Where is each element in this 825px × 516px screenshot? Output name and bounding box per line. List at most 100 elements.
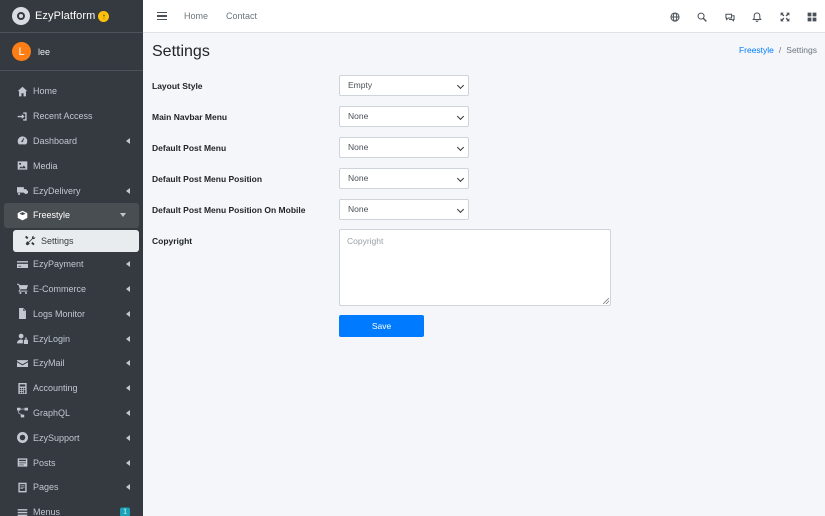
sidebar-item-label: Accounting [33, 383, 78, 394]
chevron-left-icon [126, 335, 130, 342]
sidebar-item-pages[interactable]: Pages [0, 475, 143, 500]
chevron-left-icon [126, 385, 130, 392]
chevron-down-icon [456, 81, 465, 90]
nav-link-contact[interactable]: Contact [226, 11, 257, 21]
brand[interactable]: EzyPlatform ↑ [0, 0, 143, 33]
project-diagram-icon [17, 407, 28, 418]
user-lock-icon [17, 333, 28, 345]
field-label: Default Post Menu [152, 143, 227, 153]
home-icon [17, 86, 28, 97]
search-icon[interactable] [697, 12, 707, 22]
sidebar-item-label: Logs Monitor [33, 308, 86, 319]
main-navbar-menu-select[interactable]: None [339, 106, 469, 127]
user-name[interactable]: lee [38, 47, 50, 57]
sidebar-item-posts[interactable]: Posts [0, 450, 143, 475]
select-value: None [348, 173, 369, 183]
nav-link-home[interactable]: Home [184, 11, 208, 21]
form-row-default-post-menu-position-mobile: Default Post Menu Position On Mobile Non… [152, 199, 472, 220]
save-button[interactable]: Save [339, 315, 424, 337]
sidebar-item-label: Media [33, 160, 58, 171]
sidebar: EzyPlatform ↑ L lee Home Recent Access D… [0, 0, 143, 516]
arrow-up-circle-icon[interactable]: ↑ [98, 10, 110, 22]
select-value: None [348, 142, 369, 152]
menu-icon [17, 507, 28, 516]
top-icons [652, 0, 817, 33]
dashboard-icon [17, 135, 28, 146]
breadcrumb: Freestyle / Settings [739, 45, 817, 55]
sidebar-item-home[interactable]: Home [0, 79, 143, 104]
sidebar-item-ezymail[interactable]: EzyMail [0, 351, 143, 376]
chevron-left-icon [126, 409, 130, 416]
default-post-menu-position-mobile-select[interactable]: None [339, 199, 469, 220]
sidebar-item-label: Menus [33, 507, 61, 516]
chevron-down-icon [456, 205, 465, 214]
page-title: Settings [152, 43, 210, 60]
sidebar-item-label: Freestyle [33, 210, 71, 221]
brand-name: EzyPlatform [35, 10, 96, 22]
sidebar-item-logs-monitor[interactable]: Logs Monitor [0, 301, 143, 326]
select-value: Empty [348, 80, 373, 90]
sidebar-item-label: E-Commerce [33, 283, 87, 294]
user-panel[interactable]: L lee [0, 33, 143, 71]
top-navbar: Home Contact [143, 0, 825, 33]
cube-icon [17, 210, 28, 221]
globe-icon[interactable] [669, 11, 680, 22]
chevron-left-icon [126, 137, 130, 144]
chevron-left-icon [126, 310, 130, 317]
hamburger-menu-icon[interactable] [157, 12, 167, 20]
sidebar-item-dashboard[interactable]: Dashboard [0, 129, 143, 154]
sidebar-item-ezysupport[interactable]: EzySupport [0, 425, 143, 450]
image-icon [17, 160, 28, 171]
sidebar-item-graphql[interactable]: GraphQL [0, 401, 143, 426]
field-label: Main Navbar Menu [152, 112, 228, 122]
default-post-menu-select[interactable]: None [339, 137, 469, 158]
field-label: Layout Style [152, 81, 203, 91]
sidebar-item-ezypayment[interactable]: EzyPayment [0, 252, 143, 277]
form-row-layout-style: Layout Style Empty [152, 75, 472, 96]
chevron-left-icon [126, 285, 130, 292]
sidebar-item-label: EzyDelivery [33, 185, 81, 196]
sidebar-item-accounting[interactable]: Accounting [0, 376, 143, 401]
sidebar-item-recent-access[interactable]: Recent Access [0, 104, 143, 129]
bell-icon[interactable] [752, 11, 762, 22]
chevron-down-icon [456, 143, 465, 152]
sidebar-item-settings[interactable]: Settings [13, 229, 139, 252]
chevron-left-icon [126, 261, 130, 268]
main-content: Settings Freestyle / Settings Layout Style… [143, 33, 825, 516]
copyright-textarea[interactable]: Copyright [339, 229, 611, 306]
sidebar-item-freestyle[interactable]: Freestyle [4, 202, 139, 228]
sidebar-item-label: Settings [41, 235, 74, 246]
chevron-left-icon [126, 459, 130, 466]
sidebar-item-label: Posts [33, 457, 56, 468]
tools-icon [25, 235, 36, 246]
sidebar-item-e-commerce[interactable]: E-Commerce [0, 277, 143, 302]
sidebar-item-label: EzyLogin [33, 333, 71, 344]
breadcrumb-link-freestyle[interactable]: Freestyle [739, 45, 774, 55]
pages-icon [17, 482, 28, 493]
grid-icon[interactable] [807, 12, 817, 22]
cart-icon [17, 283, 28, 295]
posts-icon [17, 457, 28, 468]
file-icon [17, 308, 28, 320]
brand-logo-icon [12, 7, 30, 25]
menus-badge: 1 [120, 507, 130, 516]
sidebar-item-label: EzySupport [33, 432, 80, 443]
select-value: None [348, 111, 369, 121]
credit-card-icon [17, 259, 28, 270]
layout-style-select[interactable]: Empty [339, 75, 469, 96]
expand-icon[interactable] [780, 12, 790, 22]
copyright-placeholder: Copyright [347, 236, 384, 246]
truck-icon [17, 185, 28, 196]
sidebar-item-ezylogin[interactable]: EzyLogin [0, 326, 143, 351]
chevron-left-icon [126, 360, 130, 367]
default-post-menu-position-select[interactable]: None [339, 168, 469, 189]
sidebar-item-ezydelivery[interactable]: EzyDelivery [0, 178, 143, 203]
chevron-down-icon [456, 174, 465, 183]
comments-icon[interactable] [724, 12, 735, 22]
calculator-icon [17, 382, 28, 394]
field-label: Copyright [152, 236, 193, 246]
sidebar-item-media[interactable]: Media [0, 153, 143, 178]
resize-handle-icon[interactable] [603, 298, 609, 304]
support-icon [17, 432, 28, 444]
sidebar-item-menus[interactable]: Menus 1 [0, 500, 143, 516]
